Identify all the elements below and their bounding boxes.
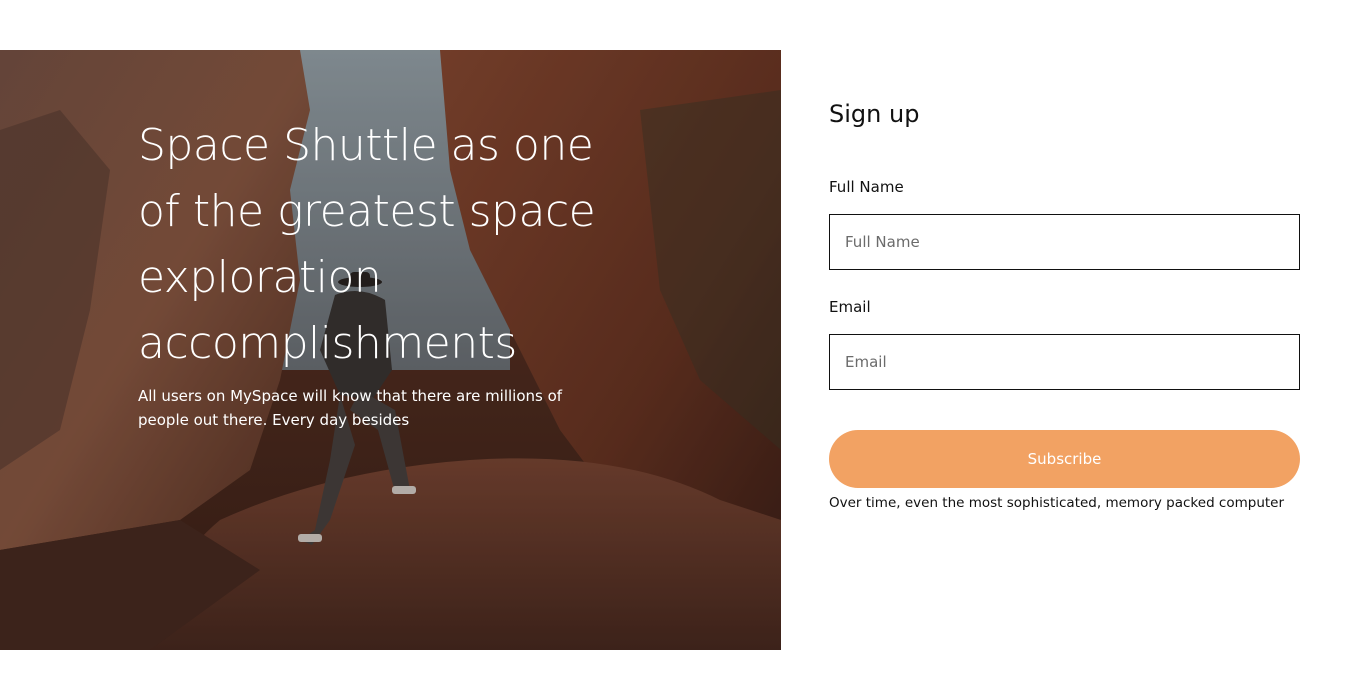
hero-title: Space Shuttle as one of the greatest spa… bbox=[138, 120, 596, 369]
full-name-label: Full Name bbox=[829, 178, 904, 196]
email-input[interactable] bbox=[829, 334, 1300, 390]
signup-form: Sign up Full Name Email Subscribe Over t… bbox=[829, 50, 1300, 650]
email-label: Email bbox=[829, 298, 871, 316]
full-name-input[interactable] bbox=[829, 214, 1300, 270]
form-note: Over time, even the most sophisticated, … bbox=[829, 495, 1285, 511]
signup-section: Space Shuttle as one of the greatest spa… bbox=[0, 50, 1360, 650]
hero-panel: Space Shuttle as one of the greatest spa… bbox=[0, 50, 781, 650]
hero-description: All users on MySpace will know that ther… bbox=[138, 387, 563, 429]
subscribe-button[interactable]: Subscribe bbox=[829, 430, 1300, 488]
form-title: Sign up bbox=[829, 100, 920, 128]
